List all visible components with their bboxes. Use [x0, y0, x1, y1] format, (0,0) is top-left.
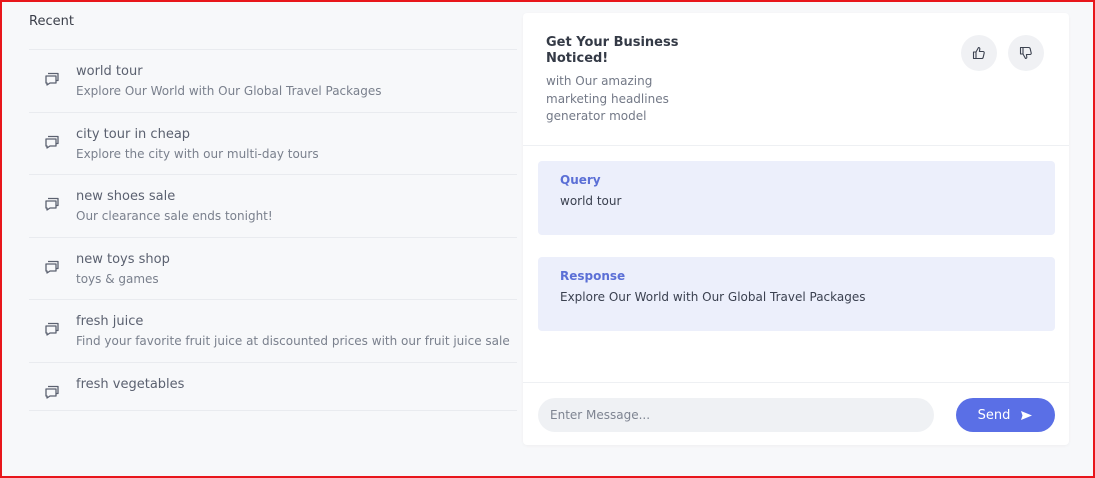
- dislike-button[interactable]: [1008, 35, 1044, 71]
- item-title: new shoes sale: [76, 189, 176, 204]
- item-description: Find your favorite fruit juice at discou…: [76, 334, 510, 348]
- item-title: new toys shop: [76, 251, 170, 267]
- item-title: fresh vegetables: [76, 376, 185, 392]
- thumbs-up-icon: [972, 46, 985, 60]
- send-arrow-icon: [1021, 410, 1033, 420]
- item-title: fresh juice: [76, 314, 144, 329]
- item-description: Our clearance sale ends tonight!: [76, 209, 273, 223]
- card-subtitle: with Our amazing marketing headlines gen…: [546, 74, 669, 123]
- send-label: Send: [977, 407, 1011, 423]
- response-text: Explore Our World with Our Global Travel…: [560, 290, 866, 304]
- recent-title: Recent: [29, 14, 74, 29]
- list-item[interactable]: world tour Explore Our World with Our Gl…: [29, 50, 517, 113]
- card-header: Get Your Business Noticed! with Our amaz…: [523, 13, 1069, 146]
- query-text: world tour: [560, 194, 622, 208]
- list-item[interactable]: fresh vegetables: [29, 363, 517, 411]
- message-input[interactable]: [538, 398, 934, 432]
- item-title: city tour in cheap: [76, 126, 191, 142]
- recent-list: world tour Explore Our World with Our Gl…: [29, 49, 517, 411]
- response-label: Response: [560, 269, 626, 283]
- chat-bubbles-icon: [45, 385, 59, 399]
- chat-bubbles-icon: [45, 322, 59, 336]
- chat-bubbles-icon: [45, 197, 59, 211]
- chat-bubbles-icon: [45, 135, 59, 149]
- recent-panel: Recent world tour Explore Our World with…: [29, 12, 517, 411]
- like-button[interactable]: [961, 35, 997, 71]
- send-button[interactable]: Send: [956, 398, 1055, 432]
- list-item[interactable]: city tour in cheap Explore the city with…: [29, 113, 517, 175]
- list-item[interactable]: new toys shop toys & games: [29, 238, 517, 300]
- chat-card: Get Your Business Noticed! with Our amaz…: [523, 13, 1069, 445]
- response-block: Response Explore Our World with Our Glob…: [538, 257, 1055, 331]
- message-composer: Send: [523, 382, 1069, 445]
- query-block: Query world tour: [538, 161, 1055, 235]
- thumbs-down-icon: [1019, 46, 1032, 60]
- query-label: Query: [560, 173, 601, 187]
- card-title: Get Your Business Noticed!: [546, 35, 679, 66]
- item-description: Explore the city with our multi-day tour…: [76, 146, 319, 161]
- item-title: world tour: [76, 64, 143, 79]
- chat-bubbles-icon: [45, 72, 59, 86]
- chat-bubbles-icon: [45, 260, 59, 274]
- list-item[interactable]: fresh juice Find your favorite fruit jui…: [29, 300, 517, 363]
- item-description: toys & games: [76, 271, 159, 286]
- item-description: Explore Our World with Our Global Travel…: [76, 84, 382, 98]
- list-item[interactable]: new shoes sale Our clearance sale ends t…: [29, 175, 517, 238]
